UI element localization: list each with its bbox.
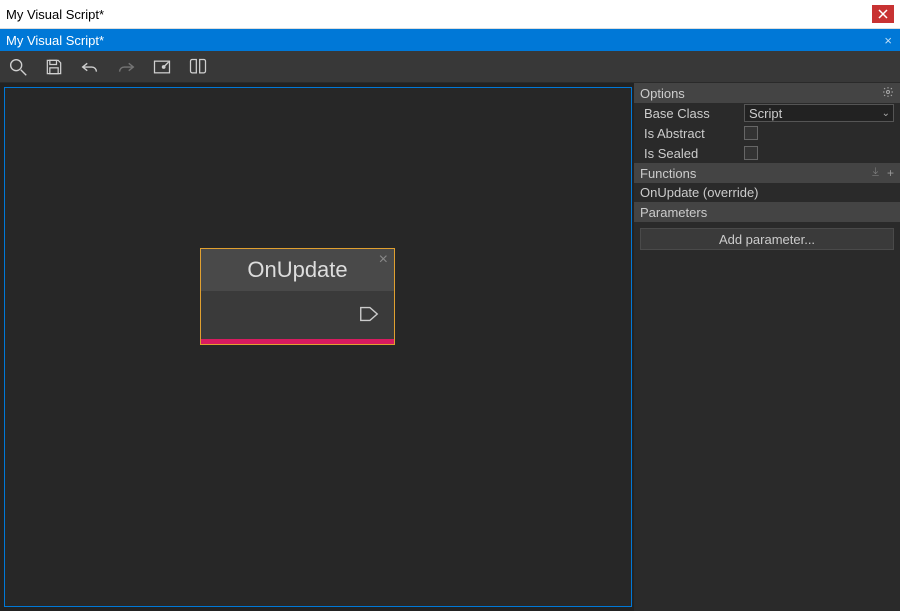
is-abstract-label: Is Abstract (640, 126, 744, 141)
inspector-sidebar: Options Base Class Script ⌄ Is Abstract … (634, 83, 900, 611)
graph-node-onupdate[interactable]: OnUpdate × (200, 248, 395, 345)
add-function-icon[interactable]: + (887, 166, 894, 180)
editor-tab-bar: My Visual Script* × (0, 29, 900, 51)
parameters-header-label: Parameters (640, 205, 707, 220)
node-body (201, 291, 394, 339)
chevron-down-icon: ⌄ (882, 108, 890, 119)
editor-tab-close-icon[interactable]: × (882, 33, 894, 48)
save-icon[interactable] (42, 55, 66, 79)
override-dropdown-icon[interactable] (870, 166, 881, 180)
window-title: My Visual Script* (6, 7, 872, 22)
base-class-label: Base Class (640, 106, 744, 121)
redo-icon (114, 55, 138, 79)
function-item-onupdate[interactable]: OnUpdate (override) (634, 183, 900, 202)
toolbar (0, 51, 900, 83)
is-abstract-checkbox[interactable] (744, 126, 758, 140)
node-title: OnUpdate (247, 257, 347, 283)
prop-base-class: Base Class Script ⌄ (634, 103, 900, 123)
node-close-icon[interactable]: × (379, 251, 388, 269)
options-header-label: Options (640, 86, 685, 101)
prop-is-sealed: Is Sealed (634, 143, 900, 163)
workspace: OnUpdate × Options Base Class (0, 83, 900, 611)
exec-output-pin-icon[interactable] (358, 304, 380, 327)
gear-icon[interactable] (882, 86, 894, 101)
functions-header-label: Functions (640, 166, 696, 181)
functions-panel-header[interactable]: Functions + (634, 163, 900, 183)
parameters-panel-header[interactable]: Parameters (634, 202, 900, 222)
prop-is-abstract: Is Abstract (634, 123, 900, 143)
graph-canvas[interactable]: OnUpdate × (4, 87, 632, 607)
add-parameter-button[interactable]: Add parameter... (640, 228, 894, 250)
options-panel-header[interactable]: Options (634, 83, 900, 103)
search-icon[interactable] (6, 55, 30, 79)
base-class-value: Script (749, 106, 782, 121)
node-header[interactable]: OnUpdate × (201, 249, 394, 291)
is-sealed-label: Is Sealed (640, 146, 744, 161)
node-accent-bar (201, 339, 394, 344)
undo-icon[interactable] (78, 55, 102, 79)
editor-tab-title: My Visual Script* (6, 33, 882, 48)
add-parameter-label: Add parameter... (719, 232, 815, 247)
docs-icon[interactable] (186, 55, 210, 79)
center-view-icon[interactable] (150, 55, 174, 79)
is-sealed-checkbox[interactable] (744, 146, 758, 160)
window-close-button[interactable] (872, 5, 894, 23)
base-class-dropdown[interactable]: Script ⌄ (744, 104, 894, 122)
canvas-container: OnUpdate × (0, 83, 634, 611)
function-item-label: OnUpdate (override) (640, 185, 759, 200)
window-titlebar: My Visual Script* (0, 0, 900, 29)
